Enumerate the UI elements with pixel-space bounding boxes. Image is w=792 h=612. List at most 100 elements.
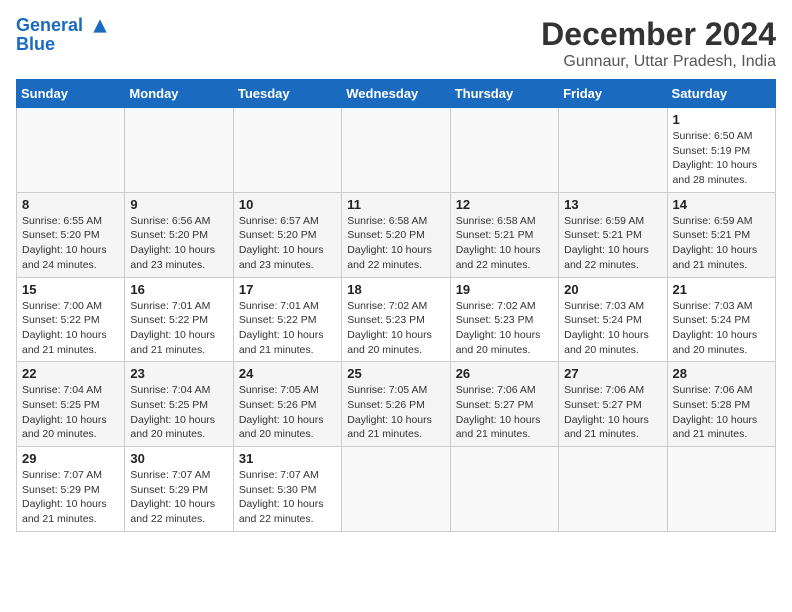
day-detail: Sunrise: 7:04 AM Sunset: 5:25 PM Dayligh… [22, 383, 119, 442]
weekday-header: Tuesday [233, 80, 341, 108]
calendar-cell [233, 108, 341, 193]
day-detail: Sunrise: 6:59 AM Sunset: 5:21 PM Dayligh… [673, 214, 770, 273]
day-number: 29 [22, 451, 119, 466]
day-number: 10 [239, 197, 336, 212]
calendar-cell: 21 Sunrise: 7:03 AM Sunset: 5:24 PM Dayl… [667, 277, 775, 362]
day-detail: Sunrise: 7:05 AM Sunset: 5:26 PM Dayligh… [239, 383, 336, 442]
day-detail: Sunrise: 7:02 AM Sunset: 5:23 PM Dayligh… [347, 299, 444, 358]
calendar-cell: 11 Sunrise: 6:58 AM Sunset: 5:20 PM Dayl… [342, 192, 450, 277]
page-header: General Blue December 2024 Gunnaur, Utta… [16, 16, 776, 71]
day-detail: Sunrise: 6:57 AM Sunset: 5:20 PM Dayligh… [239, 214, 336, 273]
day-number: 27 [564, 366, 661, 381]
calendar-cell: 25 Sunrise: 7:05 AM Sunset: 5:26 PM Dayl… [342, 362, 450, 447]
logo-blue: Blue [16, 34, 110, 55]
calendar-cell: 17 Sunrise: 7:01 AM Sunset: 5:22 PM Dayl… [233, 277, 341, 362]
calendar-cell: 29 Sunrise: 7:07 AM Sunset: 5:29 PM Dayl… [17, 447, 125, 532]
calendar-cell [342, 108, 450, 193]
day-detail: Sunrise: 7:07 AM Sunset: 5:29 PM Dayligh… [130, 468, 227, 527]
day-number: 16 [130, 282, 227, 297]
day-detail: Sunrise: 6:58 AM Sunset: 5:20 PM Dayligh… [347, 214, 444, 273]
day-number: 23 [130, 366, 227, 381]
day-detail: Sunrise: 7:06 AM Sunset: 5:27 PM Dayligh… [564, 383, 661, 442]
calendar-week-row: 15 Sunrise: 7:00 AM Sunset: 5:22 PM Dayl… [17, 277, 776, 362]
day-detail: Sunrise: 7:03 AM Sunset: 5:24 PM Dayligh… [564, 299, 661, 358]
calendar-cell: 31 Sunrise: 7:07 AM Sunset: 5:30 PM Dayl… [233, 447, 341, 532]
day-number: 20 [564, 282, 661, 297]
weekday-header-row: SundayMondayTuesdayWednesdayThursdayFrid… [17, 80, 776, 108]
day-number: 21 [673, 282, 770, 297]
calendar-cell: 22 Sunrise: 7:04 AM Sunset: 5:25 PM Dayl… [17, 362, 125, 447]
calendar-cell: 12 Sunrise: 6:58 AM Sunset: 5:21 PM Dayl… [450, 192, 558, 277]
calendar-cell [17, 108, 125, 193]
day-number: 17 [239, 282, 336, 297]
day-number: 19 [456, 282, 553, 297]
calendar-cell: 28 Sunrise: 7:06 AM Sunset: 5:28 PM Dayl… [667, 362, 775, 447]
calendar-cell [342, 447, 450, 532]
day-detail: Sunrise: 7:03 AM Sunset: 5:24 PM Dayligh… [673, 299, 770, 358]
calendar-cell [559, 447, 667, 532]
day-number: 13 [564, 197, 661, 212]
calendar-cell: 8 Sunrise: 6:55 AM Sunset: 5:20 PM Dayli… [17, 192, 125, 277]
calendar-cell: 15 Sunrise: 7:00 AM Sunset: 5:22 PM Dayl… [17, 277, 125, 362]
calendar-week-row: 1 Sunrise: 6:50 AM Sunset: 5:19 PM Dayli… [17, 108, 776, 193]
day-detail: Sunrise: 7:06 AM Sunset: 5:28 PM Dayligh… [673, 383, 770, 442]
logo-text: General [16, 16, 110, 36]
day-number: 26 [456, 366, 553, 381]
weekday-header: Saturday [667, 80, 775, 108]
day-detail: Sunrise: 7:01 AM Sunset: 5:22 PM Dayligh… [130, 299, 227, 358]
day-detail: Sunrise: 7:07 AM Sunset: 5:30 PM Dayligh… [239, 468, 336, 527]
day-detail: Sunrise: 6:50 AM Sunset: 5:19 PM Dayligh… [673, 129, 770, 188]
calendar-week-row: 8 Sunrise: 6:55 AM Sunset: 5:20 PM Dayli… [17, 192, 776, 277]
calendar-cell: 18 Sunrise: 7:02 AM Sunset: 5:23 PM Dayl… [342, 277, 450, 362]
title-block: December 2024 Gunnaur, Uttar Pradesh, In… [541, 16, 776, 71]
day-number: 11 [347, 197, 444, 212]
day-number: 28 [673, 366, 770, 381]
logo-icon [90, 16, 110, 36]
day-detail: Sunrise: 6:56 AM Sunset: 5:20 PM Dayligh… [130, 214, 227, 273]
day-number: 8 [22, 197, 119, 212]
day-number: 30 [130, 451, 227, 466]
location: Gunnaur, Uttar Pradesh, India [541, 53, 776, 71]
calendar-week-row: 29 Sunrise: 7:07 AM Sunset: 5:29 PM Dayl… [17, 447, 776, 532]
day-number: 18 [347, 282, 444, 297]
calendar-cell: 16 Sunrise: 7:01 AM Sunset: 5:22 PM Dayl… [125, 277, 233, 362]
weekday-header: Wednesday [342, 80, 450, 108]
day-number: 24 [239, 366, 336, 381]
calendar-week-row: 22 Sunrise: 7:04 AM Sunset: 5:25 PM Dayl… [17, 362, 776, 447]
calendar-cell: 26 Sunrise: 7:06 AM Sunset: 5:27 PM Dayl… [450, 362, 558, 447]
weekday-header: Sunday [17, 80, 125, 108]
calendar-cell: 27 Sunrise: 7:06 AM Sunset: 5:27 PM Dayl… [559, 362, 667, 447]
calendar-cell: 19 Sunrise: 7:02 AM Sunset: 5:23 PM Dayl… [450, 277, 558, 362]
day-detail: Sunrise: 7:00 AM Sunset: 5:22 PM Dayligh… [22, 299, 119, 358]
calendar-table: SundayMondayTuesdayWednesdayThursdayFrid… [16, 79, 776, 532]
calendar-cell [450, 447, 558, 532]
day-number: 12 [456, 197, 553, 212]
day-number: 22 [22, 366, 119, 381]
calendar-cell [450, 108, 558, 193]
logo: General Blue [16, 16, 110, 55]
day-number: 15 [22, 282, 119, 297]
calendar-cell: 10 Sunrise: 6:57 AM Sunset: 5:20 PM Dayl… [233, 192, 341, 277]
day-detail: Sunrise: 7:02 AM Sunset: 5:23 PM Dayligh… [456, 299, 553, 358]
day-detail: Sunrise: 7:06 AM Sunset: 5:27 PM Dayligh… [456, 383, 553, 442]
day-detail: Sunrise: 7:07 AM Sunset: 5:29 PM Dayligh… [22, 468, 119, 527]
calendar-cell: 14 Sunrise: 6:59 AM Sunset: 5:21 PM Dayl… [667, 192, 775, 277]
day-detail: Sunrise: 7:05 AM Sunset: 5:26 PM Dayligh… [347, 383, 444, 442]
weekday-header: Thursday [450, 80, 558, 108]
calendar-cell: 23 Sunrise: 7:04 AM Sunset: 5:25 PM Dayl… [125, 362, 233, 447]
day-detail: Sunrise: 7:01 AM Sunset: 5:22 PM Dayligh… [239, 299, 336, 358]
calendar-cell [667, 447, 775, 532]
day-number: 25 [347, 366, 444, 381]
day-detail: Sunrise: 6:58 AM Sunset: 5:21 PM Dayligh… [456, 214, 553, 273]
weekday-header: Monday [125, 80, 233, 108]
calendar-cell: 1 Sunrise: 6:50 AM Sunset: 5:19 PM Dayli… [667, 108, 775, 193]
calendar-cell: 9 Sunrise: 6:56 AM Sunset: 5:20 PM Dayli… [125, 192, 233, 277]
weekday-header: Friday [559, 80, 667, 108]
calendar-cell: 24 Sunrise: 7:05 AM Sunset: 5:26 PM Dayl… [233, 362, 341, 447]
day-detail: Sunrise: 7:04 AM Sunset: 5:25 PM Dayligh… [130, 383, 227, 442]
day-detail: Sunrise: 6:55 AM Sunset: 5:20 PM Dayligh… [22, 214, 119, 273]
calendar-cell: 20 Sunrise: 7:03 AM Sunset: 5:24 PM Dayl… [559, 277, 667, 362]
calendar-cell [125, 108, 233, 193]
day-number: 31 [239, 451, 336, 466]
day-number: 9 [130, 197, 227, 212]
